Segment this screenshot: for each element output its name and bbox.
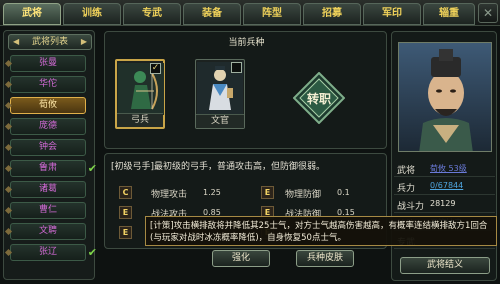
general-name: 曹仁	[38, 205, 57, 215]
list-bullet-icon	[4, 227, 13, 236]
stat-name: 物理防御	[285, 190, 322, 200]
tab-formation[interactable]: 阵型	[243, 3, 301, 25]
strengthen-button[interactable]: 强化	[212, 250, 270, 267]
top-tab-bar: 武将 训练 专武 装备 阵型 招募 军印 辎重 ✕	[0, 0, 500, 26]
general-list-item[interactable]: 庞德	[4, 118, 86, 135]
general-list-item[interactable]: 荀攸	[4, 97, 86, 114]
general-list-panel: ◀ 武将列表 ▶ 张曼华佗荀攸庞德钟会鲁肃 ✔ 诸葛曹仁文聘张辽 ✔	[3, 30, 97, 280]
close-icon[interactable]: ✕	[478, 3, 498, 23]
general-sworn-button[interactable]: 武将结义	[400, 257, 490, 274]
general-list-item[interactable]: 鲁肃 ✔	[4, 160, 97, 177]
attribute-row: 兵力 0/67844	[394, 178, 495, 195]
troop-card-archer[interactable]: ✓ 弓兵	[115, 59, 165, 129]
transfer-job-button[interactable]: 转职	[292, 71, 346, 125]
general-name: 华佗	[38, 79, 57, 89]
attribute-value: 28129	[430, 199, 456, 208]
general-portrait	[398, 42, 492, 152]
list-bullet-icon	[4, 143, 13, 152]
tab-training[interactable]: 训练	[63, 3, 121, 25]
transfer-job-label: 转职	[306, 92, 331, 106]
troop-type-panel: 当前兵种 ✓ 弓兵 文官 转职	[104, 31, 387, 149]
arrow-right-icon[interactable]: ▶	[81, 35, 87, 49]
troop-card-label: 弓兵	[117, 113, 163, 127]
stat-grade-icon: E	[261, 186, 274, 199]
general-list-header: ◀ 武将列表 ▶	[8, 34, 92, 50]
attribute-value[interactable]: 荀攸 53级	[430, 163, 467, 174]
general-list-item[interactable]: 曹仁	[4, 202, 86, 219]
arrow-left-icon[interactable]: ◀	[13, 35, 19, 49]
checkmark-icon: ✔	[87, 162, 97, 175]
troop-skin-button[interactable]: 兵种皮肤	[296, 250, 354, 267]
attribute-key: 战斗力	[397, 202, 425, 212]
stat-grade-icon: E	[119, 206, 132, 219]
stat-grade-icon: E	[119, 226, 132, 239]
attribute-row: 武将 荀攸 53级	[394, 160, 495, 177]
troop-card-label: 文官	[196, 114, 244, 128]
list-bullet-icon	[4, 248, 13, 257]
troop-description: [初级弓手]最初级的弓手，普通攻击高，但防御很弱。	[111, 162, 326, 172]
attribute-row: 战斗力 28129	[394, 196, 495, 213]
general-list-item[interactable]: 张曼	[4, 55, 86, 72]
list-bullet-icon	[4, 164, 13, 173]
list-bullet-icon	[4, 59, 13, 68]
general-name: 鲁肃	[38, 163, 57, 173]
general-name: 张曼	[38, 58, 57, 68]
general-name: 诸葛	[38, 184, 57, 194]
general-list-item[interactable]: 文聘	[4, 223, 86, 240]
skill-tooltip: [计策]攻击横排敌将并降低其25士气，对方士气越高伤害越高，有概率连结横排敌方1…	[145, 216, 497, 246]
list-bullet-icon	[4, 122, 13, 131]
checkmark-icon: ✔	[87, 246, 97, 259]
general-name: 文聘	[38, 226, 57, 236]
general-list-item[interactable]: 钟会	[4, 139, 86, 156]
tab-recruit[interactable]: 招募	[303, 3, 361, 25]
general-name: 钟会	[38, 142, 57, 152]
troop-panel-title: 当前兵种	[228, 38, 265, 48]
stat-value: 0.1	[337, 188, 350, 197]
tab-equipment[interactable]: 装备	[183, 3, 241, 25]
troop-card-civil-official[interactable]: 文官	[195, 59, 245, 129]
list-bullet-icon	[4, 206, 13, 215]
general-name: 张辽	[38, 247, 57, 257]
attribute-key: 兵力	[397, 184, 416, 194]
stat-name: 物理攻击	[151, 190, 188, 200]
stat-grade-icon: C	[119, 186, 132, 199]
general-list-item[interactable]: 张辽 ✔	[4, 244, 97, 261]
troop-card-checkbox[interactable]	[231, 62, 242, 73]
list-bullet-icon	[4, 185, 13, 194]
general-list-item[interactable]: 华佗	[4, 76, 86, 93]
list-bullet-icon	[4, 101, 13, 110]
attribute-value[interactable]: 0/67844	[430, 181, 463, 190]
stat-value: 1.25	[203, 188, 221, 197]
list-bullet-icon	[4, 80, 13, 89]
general-name: 荀攸	[38, 100, 57, 110]
tab-supplies[interactable]: 辎重	[423, 3, 475, 25]
general-name: 庞德	[38, 121, 57, 131]
troop-card-checkbox[interactable]: ✓	[150, 63, 161, 74]
tab-exclusive-weapon[interactable]: 专武	[123, 3, 181, 25]
general-portrait-icon	[399, 43, 491, 151]
tab-army-seal[interactable]: 军印	[363, 3, 421, 25]
tab-generals[interactable]: 武将	[3, 3, 61, 25]
attribute-key: 武将	[397, 166, 416, 176]
general-list-item[interactable]: 诸葛	[4, 181, 86, 198]
general-list-title: 武将列表	[31, 37, 68, 47]
